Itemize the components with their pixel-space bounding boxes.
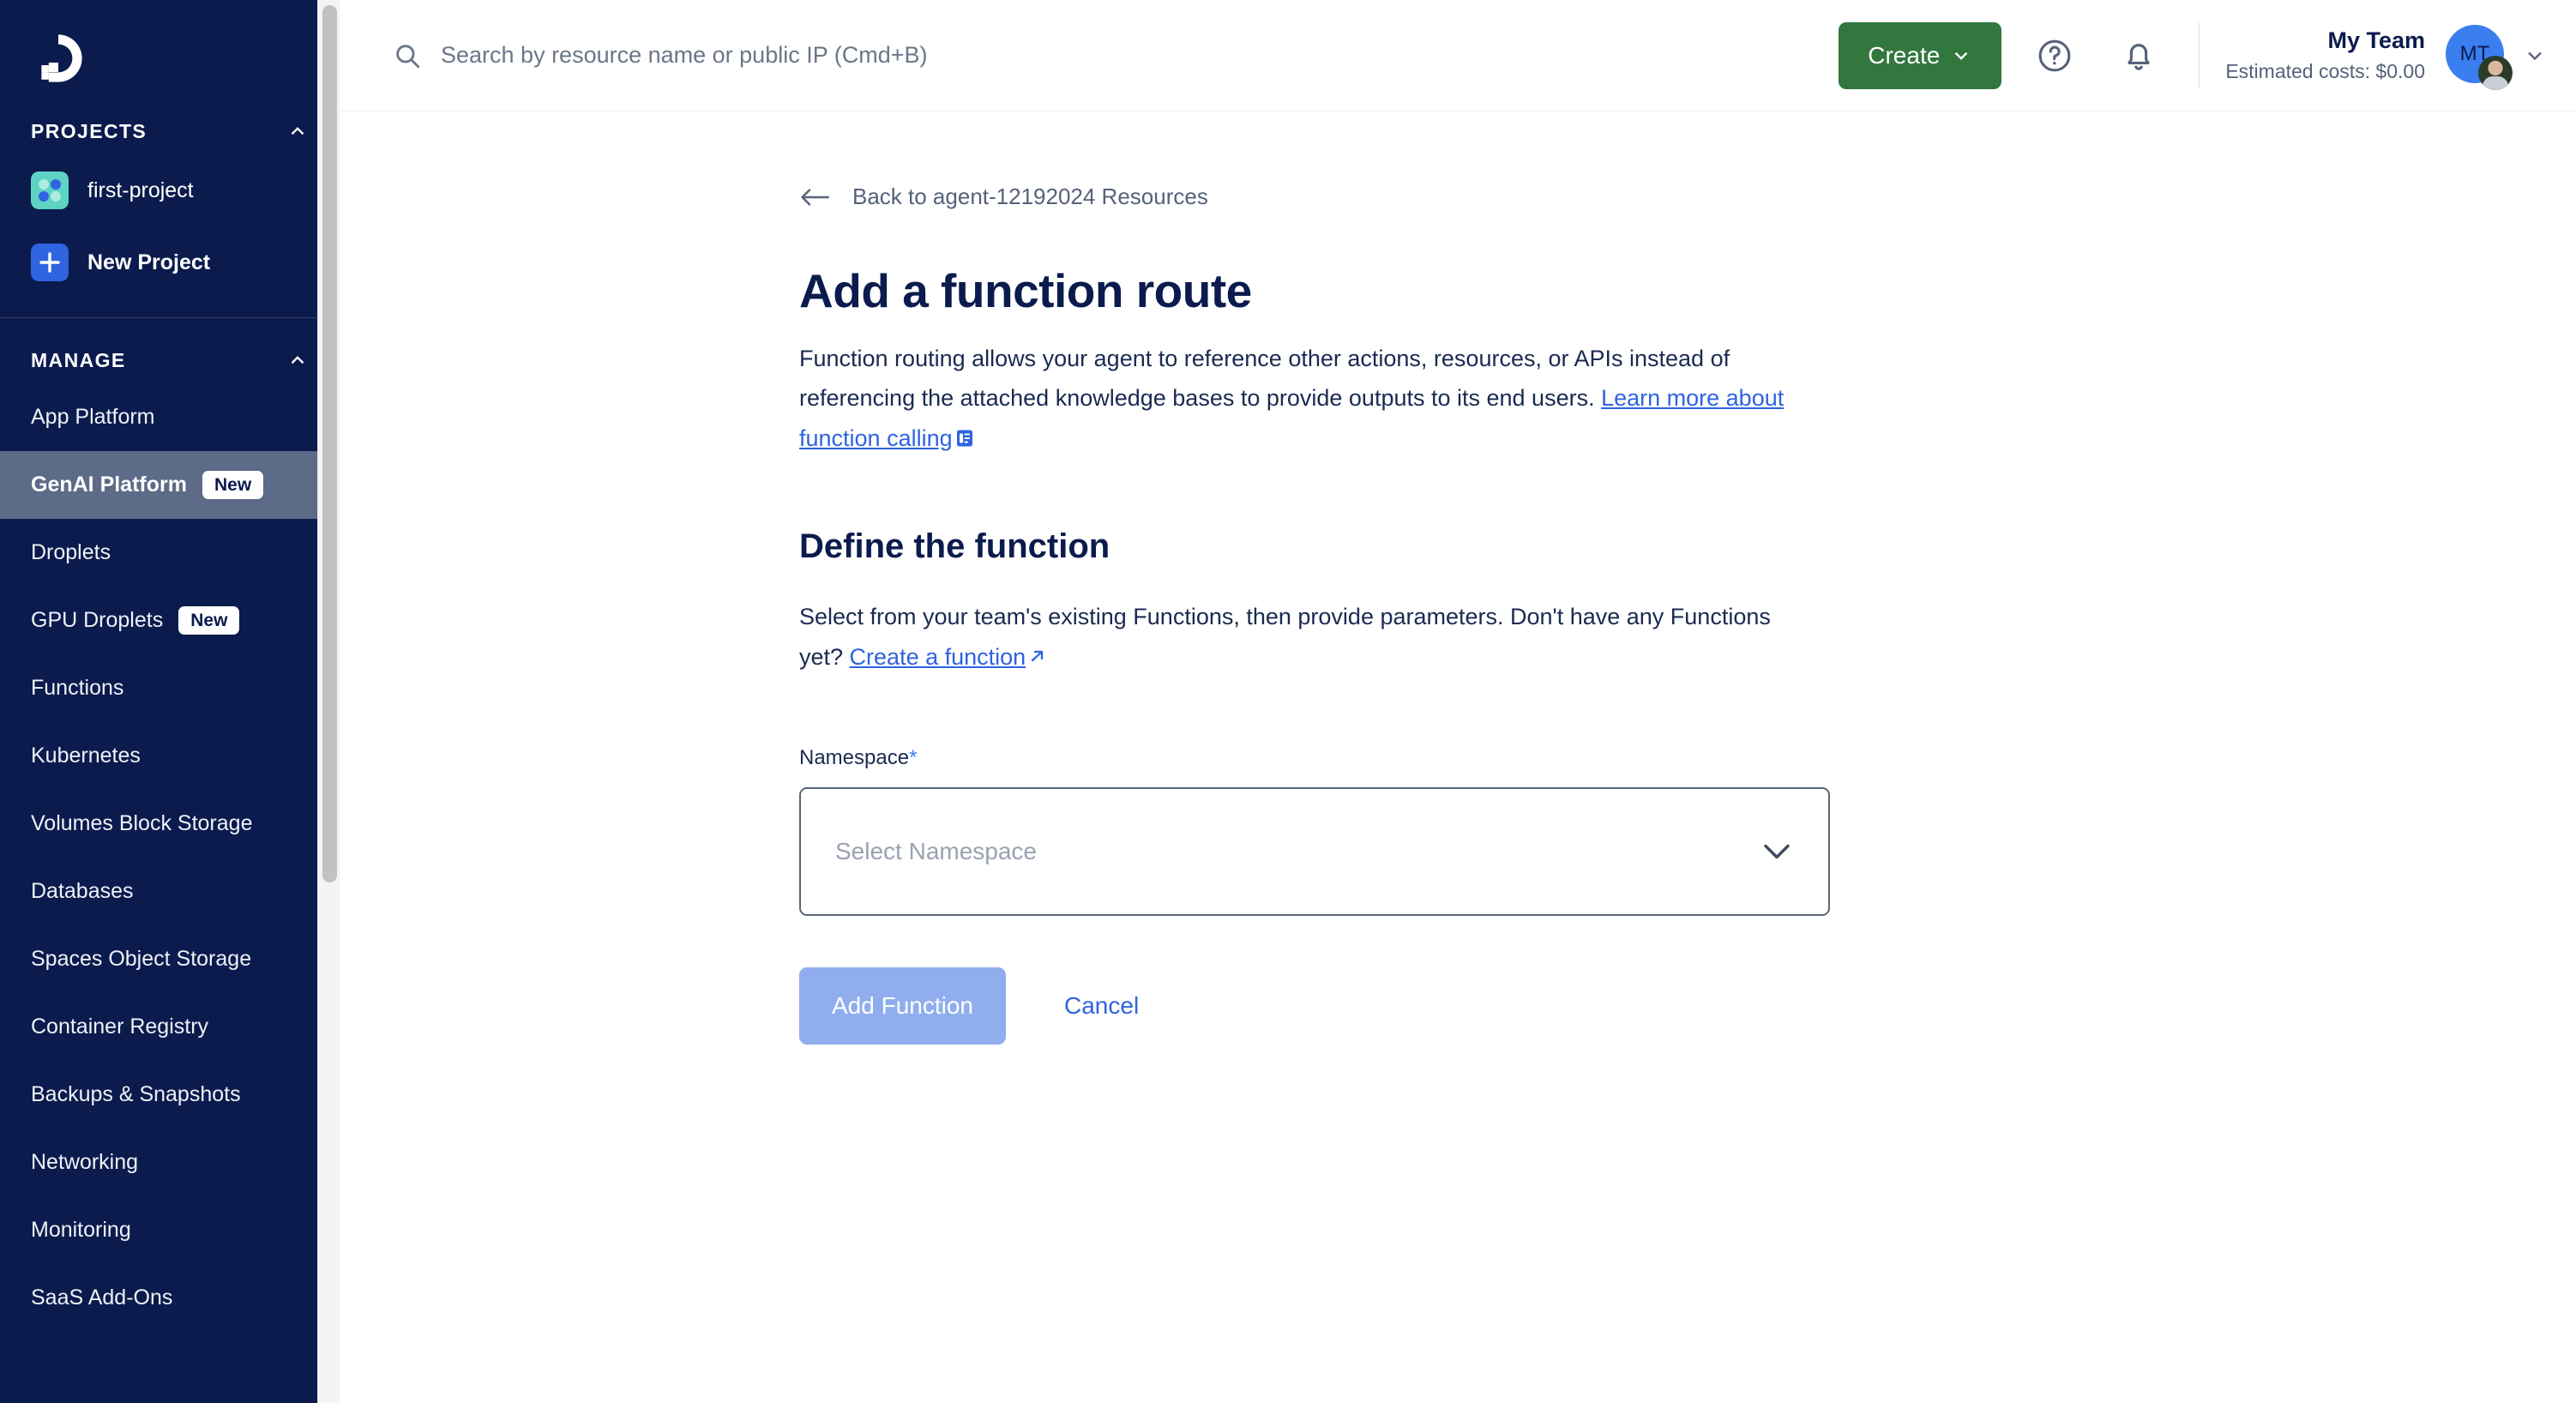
create-a-function-link[interactable]: Create a function — [850, 644, 1026, 670]
help-circle-icon — [2038, 39, 2071, 71]
sidebar-item-databases[interactable]: Databases — [0, 858, 340, 925]
sidebar-item-label: Spaces Object Storage — [31, 947, 252, 971]
sidebar-item-app-platform[interactable]: App Platform — [0, 383, 340, 451]
namespace-label-text: Namespace — [799, 746, 910, 770]
digitalocean-logo-icon — [41, 34, 82, 82]
notifications-button[interactable] — [2108, 25, 2170, 87]
bell-icon — [2128, 43, 2150, 70]
team-info[interactable]: My Team Estimated costs: $0.00 — [2225, 27, 2425, 84]
sidebar-item-label: Volumes Block Storage — [31, 811, 253, 835]
sidebar-item-saas-add-ons[interactable]: SaaS Add-Ons — [0, 1264, 340, 1332]
sidebar: PROJECTS first-project New Project MANAG… — [0, 0, 340, 1403]
page-title: Add a function route — [799, 264, 1252, 317]
search-input[interactable] — [441, 42, 1213, 69]
create-button-label: Create — [1868, 41, 1941, 69]
namespace-select-placeholder: Select Namespace — [835, 838, 1038, 865]
manage-section-header[interactable]: MANAGE — [0, 337, 340, 383]
sidebar-item-label: Monitoring — [31, 1218, 131, 1242]
estimated-costs: Estimated costs: $0.00 — [2225, 60, 2425, 82]
sidebar-item-volumes-block-storage[interactable]: Volumes Block Storage — [0, 790, 340, 858]
sidebar-item-monitoring[interactable]: Monitoring — [0, 1196, 340, 1264]
account-chevron-down-icon[interactable] — [2523, 44, 2547, 68]
namespace-label: Namespace* — [799, 746, 2576, 770]
plus-icon — [31, 244, 69, 281]
sidebar-item-label: Databases — [31, 879, 134, 903]
sidebar-item-kubernetes[interactable]: Kubernetes — [0, 722, 340, 790]
sidebar-item-backups-snapshots[interactable]: Backups & Snapshots — [0, 1061, 340, 1129]
new-badge: New — [178, 606, 240, 635]
sidebar-item-label: Container Registry — [31, 1015, 209, 1039]
section-description: Select from your team's existing Functio… — [799, 597, 1811, 679]
sidebar-item-genai-platform[interactable]: GenAI Platform New — [0, 451, 340, 519]
sidebar-item-label: Kubernetes — [31, 744, 141, 768]
external-link-arrow-glyph — [1032, 650, 1044, 661]
new-badge: New — [202, 471, 264, 499]
sidebar-scrollbar-thumb[interactable] — [322, 5, 337, 882]
avatar-photo — [2478, 55, 2513, 90]
sidebar-item-label: Backups & Snapshots — [31, 1082, 241, 1106]
page-description-text: Function routing allows your agent to re… — [799, 346, 1730, 412]
sidebar-item-new-project[interactable]: New Project — [0, 226, 340, 298]
page-description: Function routing allows your agent to re… — [799, 339, 1803, 461]
add-function-button[interactable]: Add Function — [799, 967, 1006, 1045]
arrow-left-icon — [801, 188, 829, 206]
sidebar-divider — [0, 317, 340, 318]
sidebar-item-label: first-project — [87, 178, 194, 202]
sidebar-item-label: GPU Droplets — [31, 608, 164, 632]
sidebar-item-networking[interactable]: Networking — [0, 1129, 340, 1196]
sidebar-item-label: New Project — [87, 250, 211, 274]
sidebar-item-label: App Platform — [31, 405, 155, 429]
chevron-down-icon — [1764, 844, 1790, 859]
topbar-divider — [2199, 21, 2200, 89]
avatar[interactable]: MT — [2446, 24, 2513, 90]
sidebar-item-gpu-droplets[interactable]: GPU Droplets New — [0, 587, 340, 654]
required-asterisk: * — [909, 746, 918, 770]
sidebar-item-label: Networking — [31, 1150, 139, 1174]
document-icon-glyph — [956, 430, 972, 447]
chevron-down-icon — [1954, 51, 1968, 60]
search-container[interactable] — [340, 0, 1839, 111]
namespace-select[interactable]: Select Namespace — [799, 787, 1830, 917]
topbar: Create My Team Estimated costs: — [340, 0, 2576, 111]
sidebar-scrollbar[interactable] — [317, 0, 340, 1403]
create-button[interactable]: Create — [1839, 21, 2002, 89]
sidebar-item-container-registry[interactable]: Container Registry — [0, 993, 340, 1061]
back-link[interactable]: Back to agent-12192024 Resources — [799, 184, 1208, 210]
cancel-button[interactable]: Cancel — [1064, 992, 1139, 1020]
sidebar-item-droplets[interactable]: Droplets — [0, 519, 340, 587]
logo-container[interactable] — [0, 0, 340, 108]
sidebar-item-first-project[interactable]: first-project — [0, 154, 340, 226]
sidebar-item-label: SaaS Add-Ons — [31, 1286, 173, 1310]
search-icon — [396, 44, 420, 68]
sidebar-item-label: Functions — [31, 676, 124, 700]
chevron-up-icon — [291, 356, 304, 364]
sidebar-item-spaces-object-storage[interactable]: Spaces Object Storage — [0, 925, 340, 993]
form-actions: Add Function Cancel — [799, 967, 2576, 1045]
section-title: Define the function — [799, 527, 1110, 566]
main-area: Create My Team Estimated costs: — [340, 0, 2576, 1403]
back-link-label: Back to agent-12192024 Resources — [852, 184, 1208, 209]
help-button[interactable] — [2024, 25, 2085, 87]
external-link-icon — [1028, 640, 1047, 679]
sidebar-item-label: Droplets — [31, 540, 111, 564]
sidebar-item-functions[interactable]: Functions — [0, 654, 340, 722]
project-dots-icon — [31, 172, 69, 209]
chevron-up-icon — [291, 127, 304, 135]
team-name: My Team — [2327, 27, 2425, 54]
projects-section-header[interactable]: PROJECTS — [0, 108, 340, 154]
manage-nav-list: App Platform GenAI Platform New Droplets GPU… — [0, 383, 340, 1332]
sidebar-item-label: GenAI Platform — [31, 473, 187, 497]
app-root: PROJECTS first-project New Project MANAG… — [0, 0, 2576, 1403]
manage-heading: MANAGE — [31, 348, 126, 371]
projects-heading: PROJECTS — [31, 119, 147, 142]
page-content: Back to agent-12192024 Resources Add a f… — [340, 111, 2576, 1045]
document-icon — [955, 421, 974, 461]
